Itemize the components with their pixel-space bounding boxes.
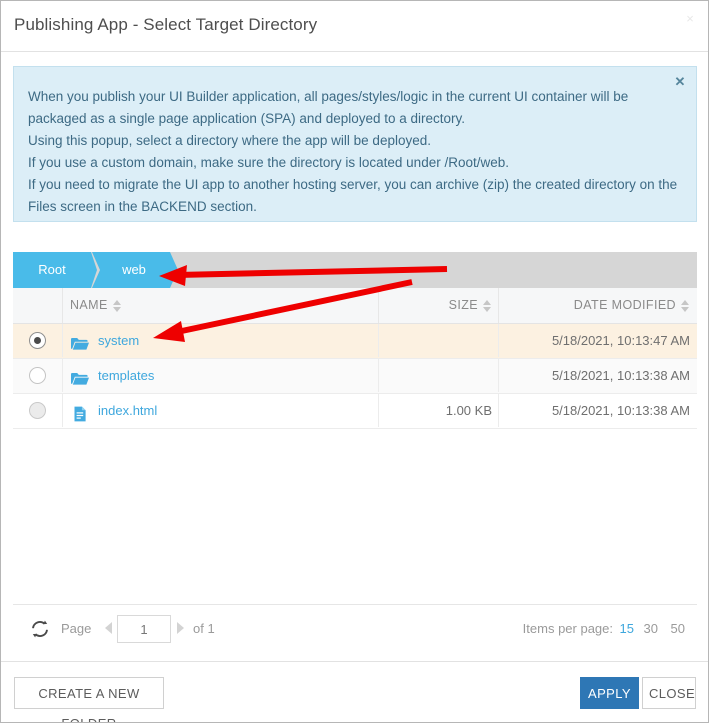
row-size-cell [379,359,499,392]
apply-button[interactable]: APPLY [580,677,639,709]
row-name-cell[interactable]: templates [63,359,379,392]
table-row[interactable]: templates 5/18/2021, 10:13:38 AM [13,359,697,394]
info-paragraph-1: When you publish your UI Builder applica… [28,89,629,126]
refresh-icon[interactable] [29,618,51,640]
previous-page-icon[interactable] [105,622,112,634]
row-name-link[interactable]: index.html [98,394,157,427]
folder-icon [70,332,90,350]
sort-icon [483,299,492,313]
create-new-folder-button[interactable]: CREATE A NEW FOLDER [14,677,164,722]
sort-icon [112,299,122,313]
table-row[interactable]: index.html 1.00 KB 5/18/2021, 10:13:38 A… [13,394,697,429]
next-page-icon[interactable] [177,622,184,634]
row-radio-button[interactable] [29,332,46,349]
page-label: Page [61,621,92,636]
breadcrumb-item-root[interactable]: Root [13,252,97,288]
column-header-size[interactable]: SIZE [379,288,499,323]
dialog-footer: CREATE A NEW FOLDER APPLY CLOSE [1,661,708,722]
row-select-cell[interactable] [13,324,63,357]
row-size-cell [379,324,499,357]
column-header-name-label: NAME [70,298,108,313]
info-paragraph-4: If you need to migrate the UI app to ano… [28,177,678,214]
column-header-select [13,288,63,323]
row-name-link[interactable]: templates [98,359,154,392]
column-header-name[interactable]: NAME [63,288,379,323]
page-number-input[interactable] [117,615,171,643]
column-header-date-label: DATE MODIFIED [573,298,676,313]
row-name-cell[interactable]: index.html [63,394,379,427]
directory-table: NAME SIZE DATE MODIFIED system 5/18/2021… [13,288,697,604]
row-name-link[interactable]: system [98,324,139,357]
folder-icon [70,367,90,385]
row-name-cell[interactable]: system [63,324,379,357]
items-per-page-label: Items per page: [522,621,613,636]
select-target-directory-dialog: Publishing App - Select Target Directory… [0,0,709,723]
close-icon[interactable]: × [681,10,699,28]
page-title: Publishing App - Select Target Directory [14,15,318,34]
info-alert-box: ✕ When you publish your UI Builder appli… [13,66,697,222]
row-select-cell[interactable] [13,359,63,392]
row-radio-button[interactable] [29,402,46,419]
info-paragraph-2: Using this popup, select a directory whe… [28,133,431,148]
row-select-cell[interactable] [13,394,63,427]
page-total-label: of 1 [193,621,215,636]
info-paragraph-3: If you use a custom domain, make sure th… [28,155,509,170]
column-header-size-label: SIZE [448,298,478,313]
breadcrumb-item-web[interactable]: web [92,252,178,288]
table-header-row: NAME SIZE DATE MODIFIED [13,288,697,324]
file-icon [70,402,90,421]
breadcrumb: Root web [13,252,697,288]
items-per-page-30[interactable]: 30 [644,621,658,636]
row-date-cell: 5/18/2021, 10:13:38 AM [551,403,690,418]
items-per-page-50[interactable]: 50 [671,621,685,636]
items-per-page-15[interactable]: 15 [620,621,634,636]
row-date-cell: 5/18/2021, 10:13:38 AM [551,368,690,383]
dialog-titlebar: Publishing App - Select Target Directory… [1,1,708,52]
row-date-cell: 5/18/2021, 10:13:47 AM [551,333,690,348]
table-row[interactable]: system 5/18/2021, 10:13:47 AM [13,324,697,359]
row-size-cell: 1.00 KB [379,394,499,427]
close-button[interactable]: CLOSE [642,677,696,709]
row-radio-button[interactable] [29,367,46,384]
pagination-bar: Page of 1 Items per page: 15 30 50 [13,604,697,654]
column-header-date-modified[interactable]: DATE MODIFIED [499,288,697,323]
sort-icon [681,299,690,313]
